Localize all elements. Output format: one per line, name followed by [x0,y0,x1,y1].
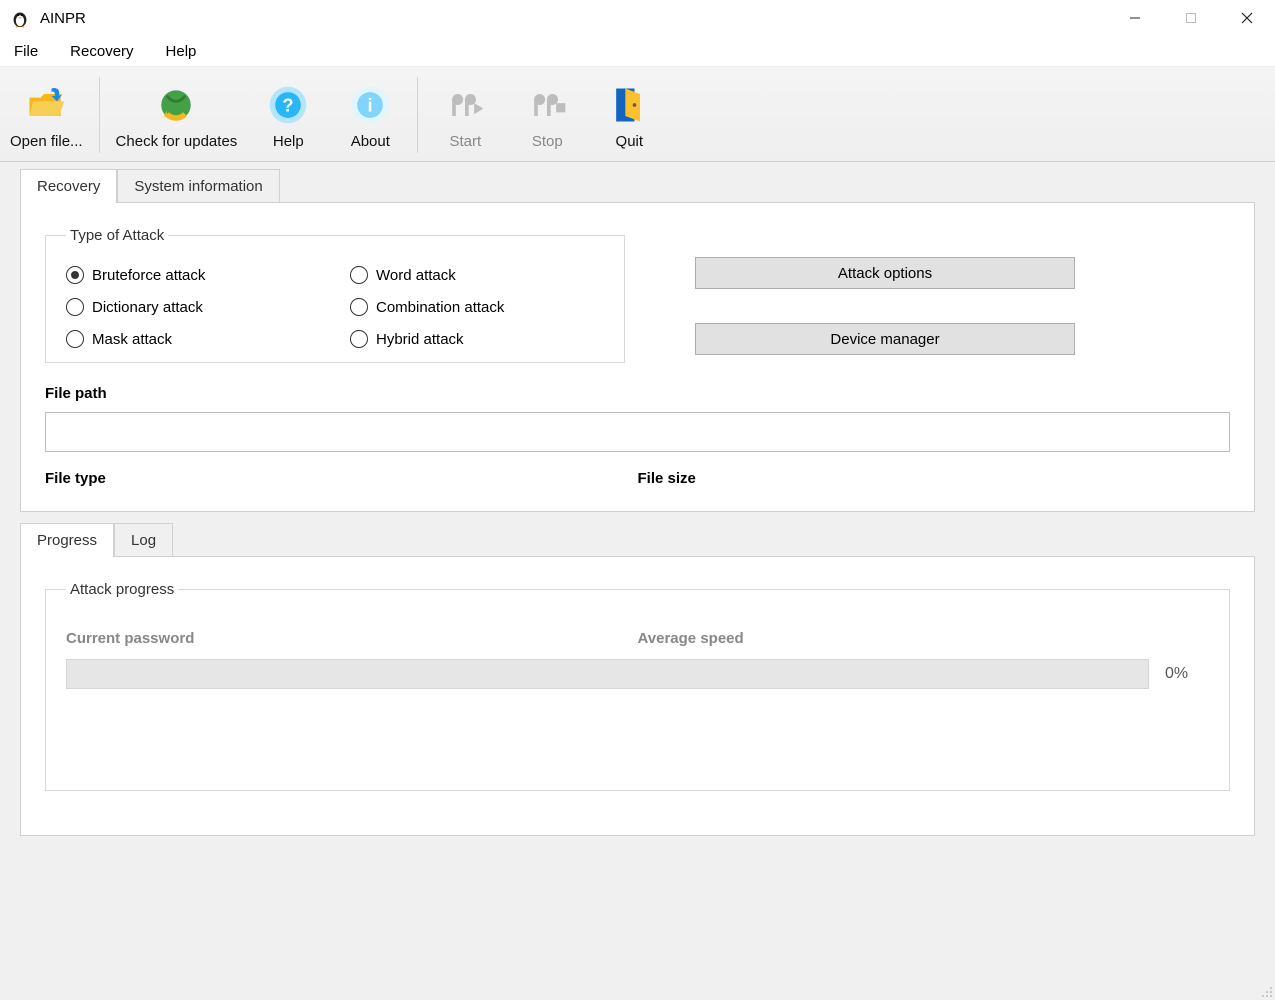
tab-system-information[interactable]: System information [117,169,279,203]
toolbar-start-label: Start [449,133,481,150]
toolbar-stop[interactable]: Stop [506,69,588,161]
toolbar-quit[interactable]: Quit [588,69,670,161]
radio-hybrid-attack[interactable]: Hybrid attack [350,330,604,348]
tab-log[interactable]: Log [114,523,173,557]
groupbox-attack-progress: Attack progress Current password Average… [45,581,1230,791]
toolbar-open-file[interactable]: Open file... [0,69,93,161]
titlebar: AINPR [0,0,1275,36]
file-type-label: File type [45,470,638,487]
menu-help[interactable]: Help [160,39,203,64]
current-password-label: Current password [66,630,638,647]
open-file-icon [22,81,70,129]
radio-icon [66,330,84,348]
resize-grip-icon[interactable] [1259,984,1273,998]
groupbox-legend-type-of-attack: Type of Attack [66,227,168,244]
toolbar-help[interactable]: ? Help [247,69,329,161]
app-icon [8,6,32,30]
menu-file[interactable]: File [8,39,44,64]
radio-word-attack[interactable]: Word attack [350,266,604,284]
toolbar-quit-label: Quit [616,133,644,150]
toolbar-separator [417,77,418,153]
toolbar-stop-label: Stop [532,133,563,150]
radio-combination-attack[interactable]: Combination attack [350,298,604,316]
file-path-input[interactable] [45,412,1230,452]
radio-label: Word attack [376,267,456,284]
toolbar-check-updates[interactable]: Check for updates [106,69,248,161]
svg-text:?: ? [283,94,294,115]
radio-dictionary-attack[interactable]: Dictionary attack [66,298,320,316]
radio-icon [350,298,368,316]
svg-text:i: i [368,94,373,115]
average-speed-label: Average speed [638,630,1210,647]
start-icon [441,81,489,129]
tabstrip-upper: Recovery System information [0,166,1275,202]
toolbar-about[interactable]: i About [329,69,411,161]
radio-bruteforce-attack[interactable]: Bruteforce attack [66,266,320,284]
button-label: Attack options [838,265,932,282]
tab-recovery[interactable]: Recovery [20,169,117,203]
radio-icon [350,266,368,284]
device-manager-button[interactable]: Device manager [695,323,1075,355]
window-controls [1107,0,1275,36]
radio-label: Combination attack [376,299,504,316]
progress-bar [66,659,1149,689]
toolbar: Open file... Check for updates ? Help [0,66,1275,162]
groupbox-legend-attack-progress: Attack progress [66,581,178,598]
toolbar-separator [99,77,100,153]
radio-label: Dictionary attack [92,299,203,316]
radio-label: Mask attack [92,331,172,348]
radio-icon [66,298,84,316]
maximize-button[interactable] [1163,0,1219,36]
stop-icon [523,81,571,129]
file-path-label: File path [45,385,1230,402]
menubar: File Recovery Help [0,36,1275,66]
radio-label: Hybrid attack [376,331,464,348]
help-icon: ? [264,81,312,129]
close-button[interactable] [1219,0,1275,36]
check-updates-icon [152,81,200,129]
toolbar-help-label: Help [273,133,304,150]
window-title: AINPR [40,10,86,27]
menu-recovery[interactable]: Recovery [64,39,139,64]
groupbox-type-of-attack: Type of Attack Bruteforce attack Word at… [45,227,625,363]
tab-progress[interactable]: Progress [20,523,114,557]
minimize-button[interactable] [1107,0,1163,36]
radio-icon [350,330,368,348]
about-icon: i [346,81,394,129]
radio-mask-attack[interactable]: Mask attack [66,330,320,348]
tabstrip-lower: Progress Log [0,520,1275,556]
quit-icon [605,81,653,129]
file-size-label: File size [638,470,1231,487]
radio-label: Bruteforce attack [92,267,205,284]
toolbar-about-label: About [351,133,390,150]
attack-options-button[interactable]: Attack options [695,257,1075,289]
toolbar-start[interactable]: Start [424,69,506,161]
tabpanel-progress: Attack progress Current password Average… [20,556,1255,836]
tabpanel-recovery: Type of Attack Bruteforce attack Word at… [20,202,1255,512]
toolbar-check-updates-label: Check for updates [116,133,238,150]
content-area: Recovery System information Type of Atta… [0,162,1275,1000]
toolbar-open-file-label: Open file... [10,133,83,150]
progress-percent: 0% [1165,665,1209,683]
button-label: Device manager [830,331,939,348]
radio-icon [66,266,84,284]
